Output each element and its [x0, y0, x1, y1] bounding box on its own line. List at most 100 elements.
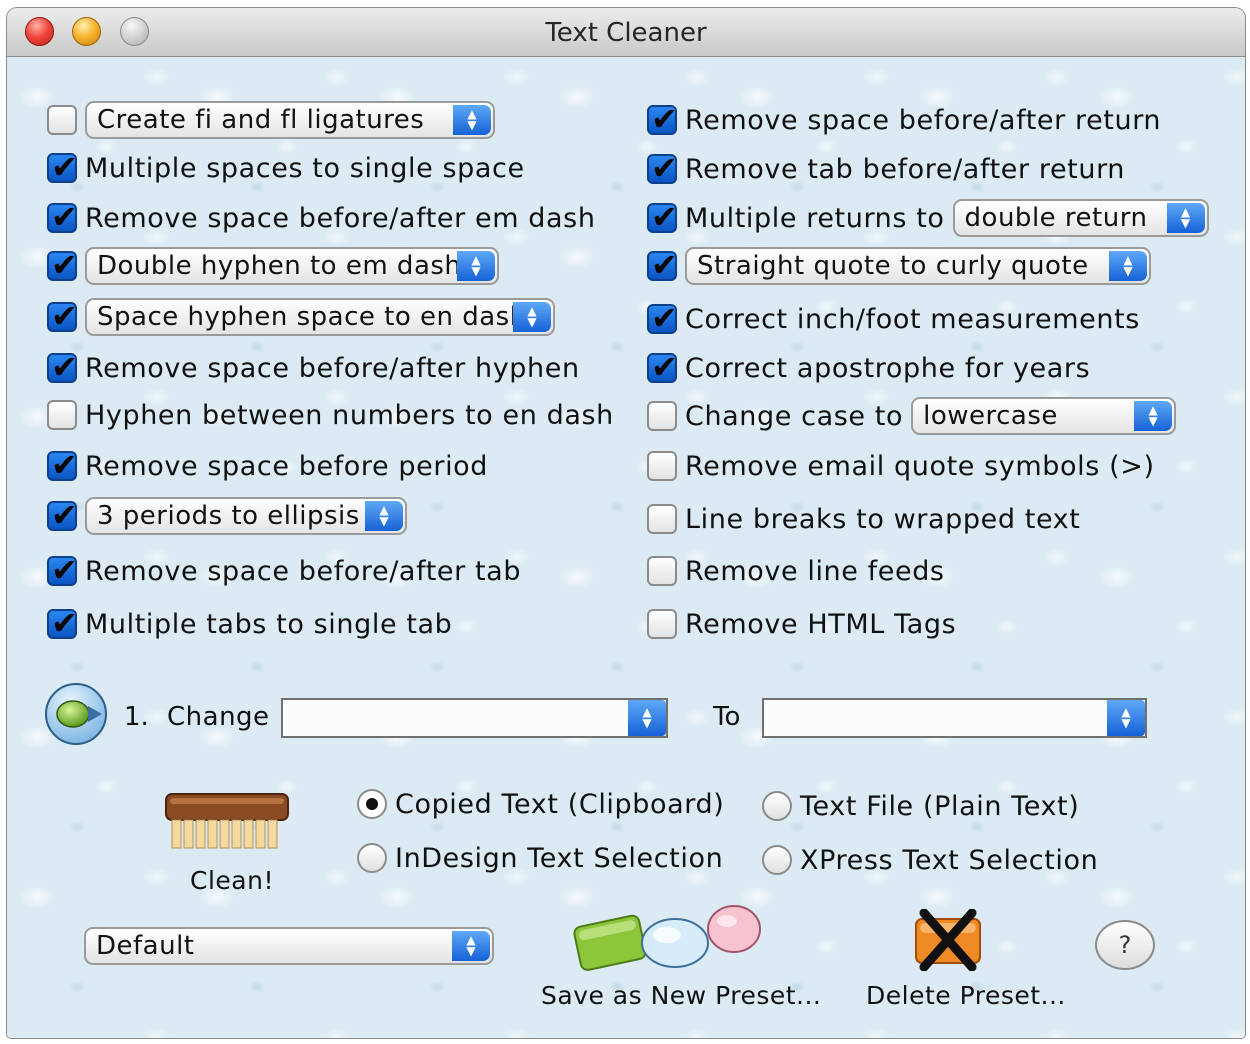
popup-arrows-icon: ▲ ▼	[513, 302, 551, 332]
delete-x-icon	[915, 909, 981, 971]
option-change-case: Change case to lowercase ▲ ▼	[647, 396, 1177, 436]
option-return-space: Remove space before/after return	[647, 100, 1161, 140]
clipboard-radio[interactable]	[357, 789, 387, 819]
number-en-dash-label: Hyphen between numbers to en dash	[85, 399, 614, 431]
multiple-returns-label: Multiple returns to	[685, 202, 945, 234]
multiple-spaces-checkbox[interactable]	[47, 149, 78, 185]
html-tags-checkbox[interactable]	[647, 609, 677, 639]
option-email-quote: Remove email quote symbols (>)	[647, 446, 1155, 486]
ellipsis-checkbox[interactable]	[47, 497, 78, 533]
curly-quote-checkbox[interactable]	[647, 247, 678, 283]
option-multiple-returns: Multiple returns to double return ▲▼	[647, 198, 1209, 238]
indesign-label: InDesign Text Selection	[395, 842, 724, 874]
help-icon: ?	[1118, 931, 1132, 959]
option-em-dash-space: Remove space before/after em dash	[47, 198, 596, 238]
change-from-combo[interactable]: ▲ ▼	[281, 698, 668, 738]
main-panel: Create fi and fl ligatures ▲▼ Multiple s…	[7, 57, 1245, 1038]
email-quote-checkbox[interactable]	[647, 451, 677, 481]
soap-bubbles-icon	[573, 905, 761, 971]
popup-arrows-icon: ▲ ▼	[1166, 203, 1205, 233]
text-file-radio[interactable]	[762, 791, 792, 821]
window-title: Text Cleaner	[545, 18, 707, 48]
return-space-checkbox[interactable]	[647, 101, 678, 137]
option-apostrophe-years: Correct apostrophe for years	[647, 348, 1090, 388]
line-feeds-checkbox[interactable]	[647, 556, 677, 586]
double-hyphen-popup-value: Double hyphen to em dash	[97, 251, 462, 281]
replacement-index: 1.	[124, 702, 149, 732]
multiple-returns-checkbox[interactable]	[647, 199, 678, 235]
change-label: Change	[167, 702, 270, 732]
apostrophe-years-label: Correct apostrophe for years	[685, 352, 1091, 384]
option-line-feeds: Remove line feeds	[647, 551, 945, 591]
preset-popup[interactable]: Default ▲ ▼	[84, 927, 494, 965]
ligatures-popup[interactable]: Create fi and fl ligatures ▲ ▼	[85, 101, 495, 139]
hyphen-space-checkbox[interactable]	[47, 349, 78, 385]
email-quote-label: Remove email quote symbols (>)	[685, 450, 1155, 482]
indesign-radio[interactable]	[357, 843, 387, 873]
apostrophe-years-checkbox[interactable]	[647, 349, 678, 385]
clean-button[interactable]: Clean!	[162, 790, 294, 900]
multiple-returns-popup[interactable]: double return ▲ ▼	[952, 199, 1209, 237]
double-hyphen-popup[interactable]: Double hyphen to em dash ▲ ▼	[85, 247, 499, 285]
option-multiple-tabs: Multiple tabs to single tab	[47, 604, 452, 644]
option-ellipsis: 3 periods to ellipsis ▲▼	[47, 496, 407, 536]
space-period-checkbox[interactable]	[47, 447, 78, 483]
curly-quote-popup[interactable]: Straight quote to curly quote ▲ ▼	[685, 247, 1151, 285]
clipboard-label: Copied Text (Clipboard)	[395, 788, 725, 820]
option-space-period: Remove space before period	[47, 446, 488, 486]
change-case-checkbox[interactable]	[647, 401, 677, 431]
title-bar: Text Cleaner	[7, 8, 1245, 57]
popup-arrows-icon: ▲ ▼	[1134, 401, 1173, 431]
change-case-popup[interactable]: lowercase ▲ ▼	[911, 397, 1177, 435]
source-text-file[interactable]: Text File (Plain Text)	[762, 786, 1079, 826]
ligatures-popup-value: Create fi and fl ligatures	[97, 105, 425, 135]
source-indesign[interactable]: InDesign Text Selection	[357, 838, 723, 878]
save-preset-button[interactable]: Save as New Preset...	[537, 905, 821, 1015]
text-file-label: Text File (Plain Text)	[800, 790, 1080, 822]
space-hyphen-popup[interactable]: Space hyphen space to en dash ▲ ▼	[85, 298, 555, 336]
curly-quote-popup-value: Straight quote to curly quote	[697, 251, 1089, 281]
app-window: Text Cleaner Create fi and fl ligatures …	[7, 8, 1245, 1038]
tab-space-checkbox[interactable]	[47, 552, 78, 588]
option-space-hyphen: Space hyphen space to en dash ▲▼	[47, 297, 555, 337]
help-button[interactable]: ?	[1095, 920, 1155, 970]
ligatures-checkbox[interactable]	[47, 105, 77, 135]
em-dash-space-checkbox[interactable]	[47, 199, 78, 235]
ellipsis-popup[interactable]: 3 periods to ellipsis ▲ ▼	[85, 497, 407, 535]
multiple-spaces-label: Multiple spaces to single space	[85, 152, 525, 184]
space-hyphen-checkbox[interactable]	[47, 298, 78, 334]
source-xpress[interactable]: XPress Text Selection	[762, 840, 1098, 880]
popup-arrows-icon: ▲ ▼	[1109, 251, 1147, 281]
option-html-tags: Remove HTML Tags	[647, 604, 956, 644]
double-hyphen-checkbox[interactable]	[47, 247, 78, 283]
add-replacement-button[interactable]	[44, 682, 108, 746]
multiple-tabs-label: Multiple tabs to single tab	[85, 608, 453, 640]
xpress-radio[interactable]	[762, 845, 792, 875]
multiple-tabs-checkbox[interactable]	[47, 605, 78, 641]
to-label: To	[713, 702, 741, 732]
inch-foot-checkbox[interactable]	[647, 300, 678, 336]
change-to-combo[interactable]: ▲ ▼	[762, 698, 1147, 738]
return-tab-checkbox[interactable]	[647, 150, 678, 186]
xpress-label: XPress Text Selection	[800, 844, 1099, 876]
option-number-en-dash: Hyphen between numbers to en dash	[47, 395, 614, 435]
line-breaks-checkbox[interactable]	[647, 504, 677, 534]
tab-space-label: Remove space before/after tab	[85, 555, 522, 587]
line-feeds-label: Remove line feeds	[685, 555, 945, 587]
ellipsis-popup-value: 3 periods to ellipsis	[97, 501, 360, 531]
number-en-dash-checkbox[interactable]	[47, 400, 77, 430]
option-curly-quote: Straight quote to curly quote ▲▼	[647, 246, 1151, 286]
option-double-hyphen: Double hyphen to em dash ▲▼	[47, 246, 499, 286]
popup-arrows-icon: ▲ ▼	[365, 501, 403, 531]
popup-arrows-icon: ▲ ▼	[452, 931, 490, 961]
preset-popup-value: Default	[96, 931, 195, 961]
source-clipboard[interactable]: Copied Text (Clipboard)	[357, 784, 724, 824]
line-breaks-label: Line breaks to wrapped text	[685, 503, 1081, 535]
hyphen-space-label: Remove space before/after hyphen	[85, 352, 580, 384]
delete-preset-button[interactable]: Delete Preset...	[862, 905, 1072, 1015]
change-case-popup-value: lowercase	[923, 401, 1058, 431]
space-hyphen-popup-value: Space hyphen space to en dash	[97, 302, 527, 332]
change-case-label: Change case to	[685, 400, 904, 432]
clean-label: Clean!	[190, 866, 274, 895]
space-period-label: Remove space before period	[85, 450, 489, 482]
